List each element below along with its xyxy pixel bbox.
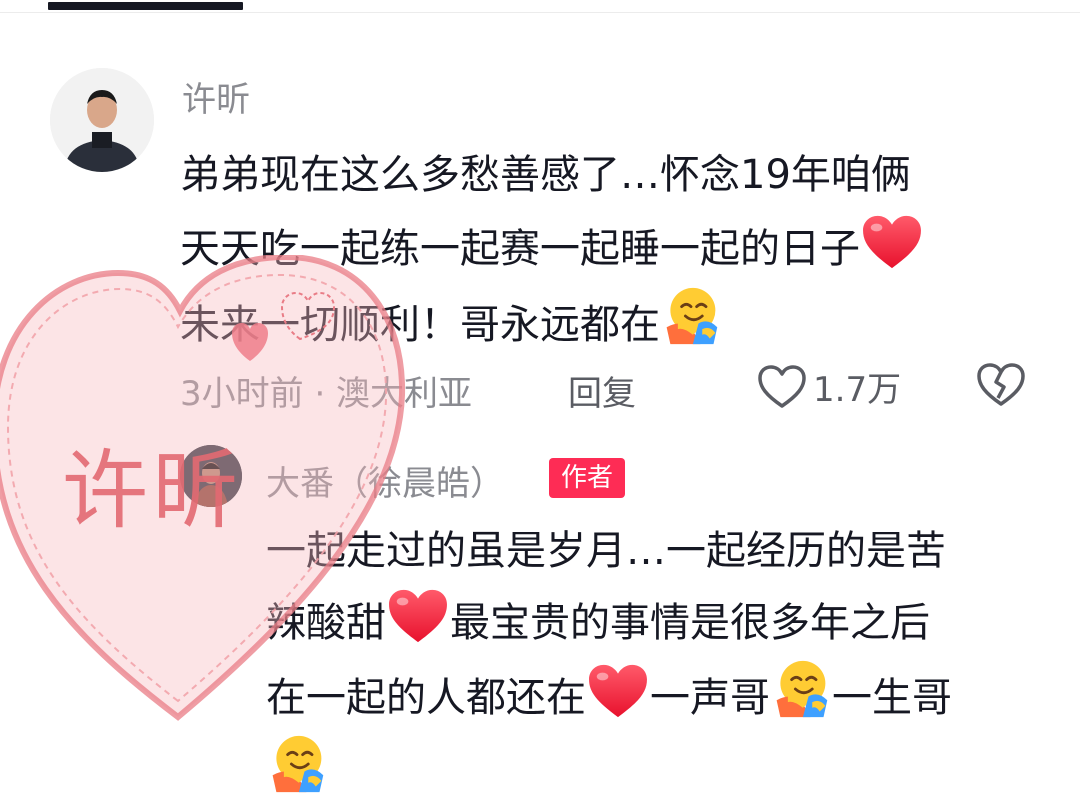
comment-username[interactable]: 许昕 — [182, 72, 250, 121]
hug-emoji — [661, 286, 721, 346]
comment-line-text: 辣酸甜 — [266, 600, 386, 646]
comment-line: 辣酸甜 最宝贵的事情是很多年之后 — [266, 587, 1046, 659]
comment-text: 弟弟现在这么多愁善感了…怀念19年咱俩 天天吃一起练一起赛一起睡一起的日子 未来… — [180, 138, 1040, 362]
comment-text: 一起走过的虽是岁月…一起经历的是苦 辣酸甜 最宝贵的事情是很多年之后 在一起的人都… — [266, 515, 1046, 809]
comment-line-text: 天天吃一起练一起赛一起睡一起的日子 — [180, 226, 860, 272]
tab-bar — [0, 0, 1080, 13]
comment-line-text: 未来一切顺利！哥永远都在 — [180, 302, 660, 348]
comment-line-text: 一生哥 — [832, 675, 952, 721]
comment-line — [266, 734, 1046, 809]
avatar[interactable] — [180, 445, 242, 507]
reply-button[interactable]: 回复 — [568, 366, 636, 415]
avatar[interactable] — [50, 68, 154, 172]
like-count: 1.7万 — [813, 370, 902, 410]
active-tab-indicator — [48, 2, 243, 10]
heart-emoji — [387, 588, 449, 644]
author-badge: 作者 — [549, 458, 626, 498]
comment-time-location: 3小时前 · 澳大利亚 — [180, 374, 473, 414]
like-button[interactable]: 1.7万 — [757, 362, 901, 411]
comment-username[interactable]: 大番（徐晨皓） — [266, 456, 504, 505]
comment-line-text: 在一起的人都还在 — [266, 675, 586, 721]
comment-line: 在一起的人都还在 一声哥 一生哥 — [266, 659, 1046, 734]
heart-emoji — [587, 663, 649, 719]
dislike-broken-heart-icon[interactable] — [976, 362, 1026, 408]
heart-emoji — [861, 214, 923, 270]
comment-line-text: 最宝贵的事情是很多年之后 — [450, 600, 930, 646]
comment-line-text: 一声哥 — [650, 675, 770, 721]
comment-line: 弟弟现在这么多愁善感了…怀念19年咱俩 — [180, 152, 911, 198]
comment-line: 天天吃一起练一起赛一起睡一起的日子 — [180, 212, 1040, 286]
hug-emoji — [267, 734, 327, 794]
comment-line: 一起走过的虽是岁月…一起经历的是苦 — [266, 528, 946, 574]
hug-emoji — [771, 659, 831, 719]
comment-line: 未来一切顺利！哥永远都在 — [180, 286, 1040, 362]
like-heart-icon — [758, 364, 806, 408]
